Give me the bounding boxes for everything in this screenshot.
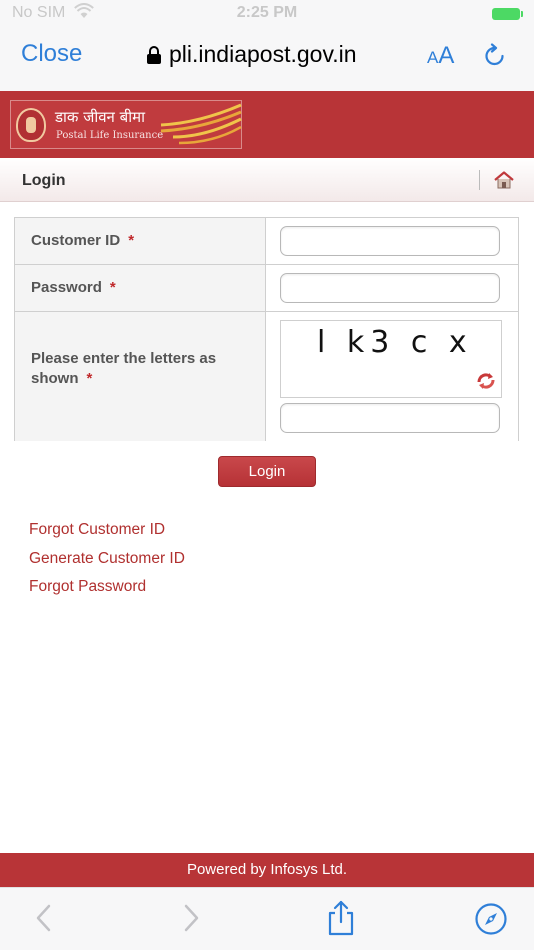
login-form: Customer ID * Password * Please enter the … [14,217,519,441]
battery-icon [492,8,523,20]
captcha-text: l k3 c x [317,325,473,360]
site-footer: Powered by Infosys Ltd. [0,853,534,887]
required-mark: * [109,279,116,296]
text-size-button[interactable]: AA [427,42,454,70]
browser-toolbar [0,887,534,950]
share-icon[interactable] [326,900,356,941]
pli-logo[interactable]: डाक जीवन बीमा Postal Life Insurance [10,100,242,149]
forgot-password-link[interactable]: Forgot Password [29,578,185,607]
password-label-text: Password [31,279,102,296]
logo-hindi-text: डाक जीवन बीमा [55,108,145,126]
required-mark: * [128,232,135,249]
generate-customer-id-link[interactable]: Generate Customer ID [29,550,185,579]
forward-icon[interactable] [181,902,201,939]
url-text: pli.indiapost.gov.in [169,41,357,67]
captcha-label: Please enter the letters as shown * [31,349,241,389]
captcha-image: l k3 c x [280,320,502,398]
captcha-label-text: Please enter the letters as shown [31,350,217,387]
password-label-cell: Password * [15,265,266,311]
captcha-refresh-icon[interactable] [475,371,497,396]
captcha-label-cell: Please enter the letters as shown * [15,312,266,441]
help-links: Forgot Customer ID Generate Customer ID … [29,521,185,607]
post-horn-icon [159,103,243,152]
captcha-input-cell: l k3 c x [266,312,518,441]
back-icon[interactable] [34,902,54,939]
text-size-big: A [438,42,455,69]
header-divider [479,170,480,190]
captcha-input[interactable] [280,403,500,433]
password-input-cell [266,265,518,311]
customer-id-label-cell: Customer ID * [15,218,266,264]
emblem-icon [16,108,46,142]
site-banner: डाक जीवन बीमा Postal Life Insurance [0,91,534,158]
customer-id-input[interactable] [280,226,500,256]
login-button[interactable]: Login [218,456,316,487]
reload-icon[interactable] [483,43,507,74]
clock: 2:25 PM [236,4,298,21]
close-button[interactable]: Close [21,40,82,68]
text-size-small: A [427,48,439,67]
compass-icon[interactable] [474,902,508,941]
customer-id-input-cell [266,218,518,264]
home-icon[interactable] [494,171,514,194]
password-input[interactable] [280,273,500,303]
captcha-row: Please enter the letters as shown * l k3 … [15,312,518,441]
password-row: Password * [15,265,518,312]
browser-top-bar: Close pli.indiapost.gov.in AA [0,28,534,91]
forgot-customer-id-link[interactable]: Forgot Customer ID [29,521,185,550]
page-header: Login [0,158,534,202]
page-title: Login [22,172,66,189]
password-label: Password * [31,278,116,298]
status-bar: No SIM 2:25 PM [0,0,534,28]
address-bar[interactable]: pli.indiapost.gov.in [147,41,357,68]
lock-icon [147,45,161,64]
customer-id-row: Customer ID * [15,218,518,265]
required-mark: * [86,370,93,387]
logo-english-text: Postal Life Insurance [56,130,164,141]
customer-id-label: Customer ID * [31,231,134,251]
customer-id-label-text: Customer ID [31,232,121,249]
